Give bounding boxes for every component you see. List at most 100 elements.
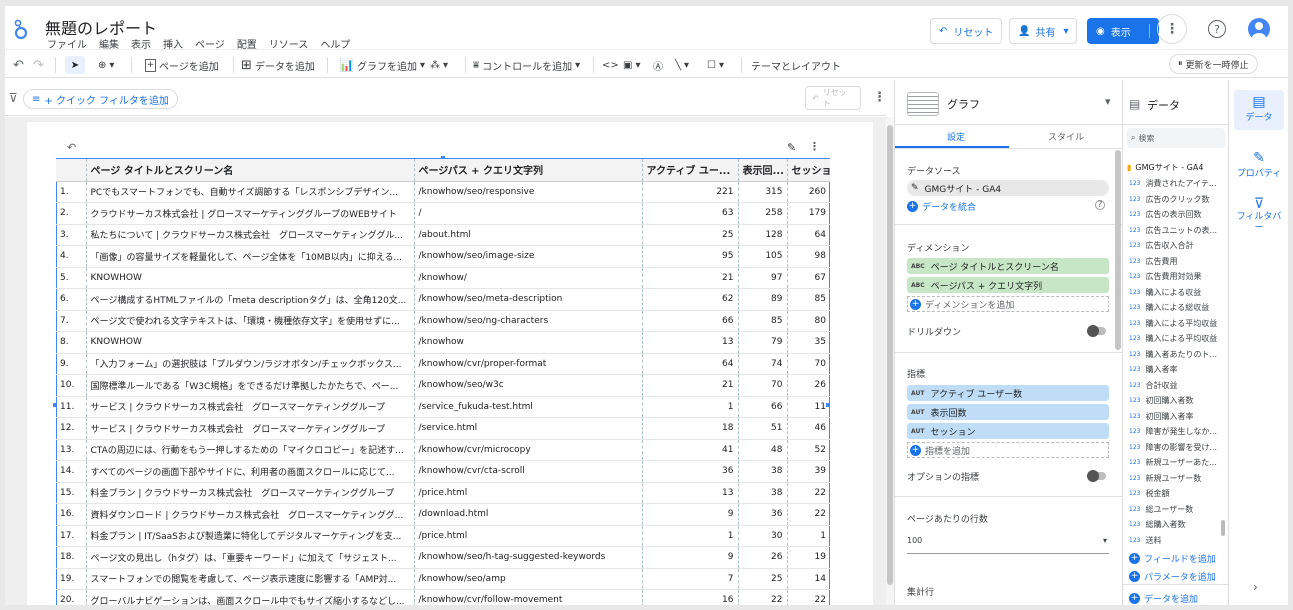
table-row[interactable]: 5. KNOWHOW/knowhow/21 97 67	[56, 267, 830, 289]
field-item[interactable]: 123 障害が発生しなか...	[1129, 424, 1221, 440]
menu-view[interactable]: 表示	[131, 40, 151, 51]
column-header[interactable]: ページパス + クエリ文字列	[414, 159, 643, 182]
column-header[interactable]: アクティブ ユー...	[642, 159, 739, 182]
data-table[interactable]: ページ タイトルとスクリーン名 ページパス + クエリ文字列 アクティブ ユー.…	[56, 159, 830, 605]
add-dimension-button[interactable]: + ディメンションを追加	[907, 296, 1109, 312]
field-item[interactable]: 123 広告費用対効果	[1129, 269, 1221, 285]
field-item[interactable]: 123 新規ユーザー数	[1129, 471, 1221, 487]
field-item[interactable]: 123 購入による平均収益	[1129, 316, 1221, 332]
theme-layout-button[interactable]: テーマとレイアウト	[751, 56, 841, 74]
table-row[interactable]: 1. PCでもスマートフォンでも、自動サイズ調節する「レスポンシブデザイン... /…	[56, 181, 830, 203]
filter-icon[interactable]: ⊽	[9, 91, 18, 105]
drilldown-toggle[interactable]	[1087, 325, 1106, 337]
column-header[interactable]: ページ タイトルとスクリーン名	[86, 159, 415, 182]
table-row[interactable]: 2. クラウドサーカス株式会社 | グロースマーケティンググループのWEBサイト /…	[56, 202, 830, 225]
add-chart-button[interactable]: 📊 グラフを追加 ▾	[339, 56, 425, 74]
chevron-right-icon[interactable]: ›	[1253, 580, 1258, 594]
more-vert-icon[interactable]: ⋮	[1157, 14, 1187, 44]
table-row[interactable]: 16. 資料ダウンロード | クラウドサーカス株式会社 グロースマーケティンググ.…	[56, 503, 830, 526]
undo-icon[interactable]: ↶	[13, 56, 24, 74]
field-item[interactable]: 123 初回購入者率	[1129, 409, 1221, 425]
field-item[interactable]: 123 購入による収益	[1129, 285, 1221, 301]
table-row[interactable]: 15. 料金プラン | クラウドサーカス株式会社 グロースマーケティンググループ /…	[56, 482, 830, 504]
undo-icon[interactable]: ↶	[67, 141, 76, 154]
tab-setup[interactable]: 設定	[947, 130, 965, 143]
menu-edit[interactable]: 編集	[99, 40, 119, 51]
more-vert-icon[interactable]: ⋮	[873, 90, 886, 105]
tab-data[interactable]: ▤ データ	[1234, 90, 1284, 130]
help-icon[interactable]: ?	[1095, 200, 1105, 210]
optional-metrics-toggle[interactable]	[1087, 470, 1106, 482]
field-item[interactable]: 123 税金額	[1129, 486, 1221, 502]
field-item[interactable]: 123 広告収入合計	[1129, 238, 1221, 254]
dimension-chip[interactable]: ABC ページパス + クエリ文字列	[907, 277, 1109, 293]
column-header[interactable]: セッション	[787, 159, 830, 182]
column-header[interactable]: 表示回...	[738, 159, 788, 182]
table-row[interactable]: 6. ページ構成するHTMLファイルの「meta descriptionタグ」は、…	[56, 288, 830, 311]
field-item[interactable]: 123 購入者率	[1129, 362, 1221, 378]
table-row[interactable]: 13. CTAの周辺には、行動をもう一押しするための「マイクロコピー」を記述す..…	[56, 439, 830, 461]
add-parameter-button[interactable]: + パラメータを追加	[1129, 570, 1216, 583]
avatar[interactable]	[1248, 18, 1270, 40]
help-icon[interactable]: ?	[1208, 20, 1226, 38]
table-row[interactable]: 3. 私たちについて | クラウドサーカス株式会社 グロースマーケティンググル..…	[56, 224, 830, 246]
tab-properties[interactable]: ✎ プロパティ	[1234, 146, 1284, 186]
blend-data-button[interactable]: + データを統合	[907, 200, 976, 213]
table-chart-icon[interactable]	[907, 92, 939, 116]
more-vert-icon[interactable]: ⋮	[809, 140, 820, 153]
menu-resource[interactable]: リソース	[269, 40, 309, 51]
add-metric-button[interactable]: + 指標を追加	[907, 442, 1109, 458]
tab-filter-bar[interactable]: ⊽ フィルタバー	[1234, 192, 1284, 238]
text-icon[interactable]: Ⓐ	[653, 56, 663, 74]
field-item[interactable]: 123 合計収益	[1129, 378, 1221, 394]
menu-arrange[interactable]: 配置	[237, 40, 257, 51]
image-button[interactable]: ▣ ▾	[623, 56, 640, 74]
table-row[interactable]: 19. スマートフォンでの閲覧を考慮して、ページ表示速度に影響する「AMP対...…	[56, 568, 830, 590]
add-data-button[interactable]: + データを追加	[1129, 592, 1198, 605]
embed-code-icon[interactable]: <>	[602, 56, 619, 74]
shape-button[interactable]: ☐ ▾	[707, 56, 724, 74]
filter-reset-button[interactable]: ↶ リセット	[805, 86, 861, 110]
metric-chip[interactable]: AUT 表示回数	[907, 404, 1109, 420]
field-item[interactable]: 123 総購入者数	[1129, 517, 1221, 533]
tab-style[interactable]: スタイル	[1048, 130, 1084, 143]
menu-insert[interactable]: 挿入	[163, 40, 183, 51]
line-button[interactable]: ╲ ▾	[675, 56, 689, 74]
field-item[interactable]: 123 購入による総収益	[1129, 300, 1221, 316]
field-item[interactable]: 123 新規ユーザーあた...	[1129, 455, 1221, 471]
share-button[interactable]: 👤 共有 ▾	[1009, 18, 1078, 44]
table-row[interactable]: 18. ページ文の見出し（hタグ）は、「重要キーワード」に加えて「サジェスト...…	[56, 546, 830, 569]
field-item[interactable]: 123 障害の影響を受け...	[1129, 440, 1221, 456]
field-item[interactable]: 123 総ユーザー数	[1129, 502, 1221, 518]
menu-file[interactable]: ファイル	[47, 40, 87, 51]
field-item[interactable]: 123 広告費用	[1129, 254, 1221, 270]
field-item[interactable]: 123 送料	[1129, 533, 1221, 549]
chevron-down-icon[interactable]: ▾	[1105, 95, 1111, 108]
add-data-button[interactable]: ⊞ データを追加	[241, 56, 315, 74]
field-item[interactable]: 123 広告の表示回数	[1129, 207, 1221, 223]
table-row[interactable]: 17. 料金プラン | IT/SaaSおよび製造業に特化してデジタルマーケティング…	[56, 525, 830, 547]
field-search-input[interactable]: ⌕ 検索	[1127, 128, 1225, 148]
table-row[interactable]: 11. サービス | クラウドサーカス株式会社 グロースマーケティンググループ/s…	[56, 396, 830, 418]
table-row[interactable]: 14. すべてのページの画面下部やサイドに、利用者の画面スクロールに応じて... /…	[56, 460, 830, 483]
metric-chip[interactable]: AUT アクティブ ユーザー数	[907, 385, 1109, 401]
add-field-button[interactable]: + フィールドを追加	[1129, 552, 1216, 565]
scrollbar[interactable]	[1221, 520, 1225, 536]
add-page-button[interactable]: + ページを追加	[145, 56, 219, 74]
select-cursor-icon[interactable]: ➤	[65, 56, 85, 74]
reset-button[interactable]: ↶ リセット	[930, 18, 1003, 44]
field-item[interactable]: 123 購入者あたりのト...	[1129, 347, 1221, 363]
table-row[interactable]: 8. KNOWHOW/knowhow 13 79 35	[56, 331, 830, 354]
scrollbar[interactable]	[1115, 150, 1121, 350]
dimension-chip[interactable]: ABC ページ タイトルとスクリーン名	[907, 258, 1109, 274]
looker-studio-logo[interactable]	[13, 18, 29, 40]
field-item[interactable]: 123 広告ユニットの表...	[1129, 223, 1221, 239]
add-control-button[interactable]: ⩸ コントロールを追加 ▾	[473, 56, 580, 74]
community-viz-button[interactable]: ⁂ ▾	[430, 56, 448, 74]
table-row[interactable]: 12. サービス | クラウドサーカス株式会社 グロースマーケティンググループ/s…	[56, 417, 830, 440]
table-row[interactable]: 9. 「入力フォーム」の選択肢は「プルダウン/ラジオボタン/チェックボックス...…	[56, 353, 830, 375]
field-item[interactable]: 123 広告のクリック数	[1129, 192, 1221, 208]
field-item[interactable]: 123 初回購入者数	[1129, 393, 1221, 409]
menu-page[interactable]: ページ	[195, 40, 225, 51]
datasource-item[interactable]: ▮ GMGサイト - GA4	[1127, 162, 1203, 173]
